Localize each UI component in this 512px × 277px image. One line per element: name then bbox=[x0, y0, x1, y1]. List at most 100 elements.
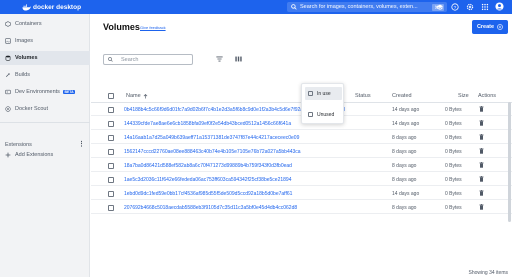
volumes-icon bbox=[5, 55, 11, 61]
table-row[interactable]: 14a16aab1a7d25a049b639aeff71a15371381de3… bbox=[91, 131, 512, 144]
volume-size: 0 Bytes bbox=[445, 162, 462, 169]
filter-option-label: In use bbox=[317, 90, 331, 97]
volume-size: 0 Bytes bbox=[445, 134, 462, 141]
table-footer: Showing 34 items bbox=[91, 270, 512, 277]
search-icon bbox=[108, 57, 113, 62]
volume-size: 0 Bytes bbox=[445, 148, 462, 155]
global-search-input[interactable]: Search for images, containers, volumes, … bbox=[287, 2, 447, 12]
volume-name-link[interactable]: 14a16aab1a7d25a049b639aeff71a15371381de3… bbox=[124, 135, 299, 141]
volume-name-link[interactable]: 207692b4668c5018aecdab5588eb3f9105d7c35d… bbox=[124, 205, 297, 211]
sidebar-item-builds[interactable]: Builds bbox=[0, 68, 90, 82]
create-button-label: Create bbox=[476, 24, 495, 30]
sidebar-item-containers[interactable]: Containers bbox=[0, 17, 90, 31]
unused-checkbox[interactable] bbox=[308, 112, 313, 117]
row-checkbox[interactable] bbox=[108, 120, 114, 127]
volume-created: 8 days ago bbox=[392, 134, 417, 141]
volume-name-link[interactable]: 1ebd0d9dc1fed59e0bb17cf4536af985d55f5de5… bbox=[124, 191, 292, 197]
select-all-checkbox[interactable] bbox=[108, 93, 114, 99]
global-search-placeholder: Search for images, containers, volumes, … bbox=[300, 4, 418, 10]
row-checkbox[interactable] bbox=[108, 176, 114, 183]
column-header-status[interactable]: Status bbox=[355, 93, 371, 99]
filter-button[interactable] bbox=[214, 54, 224, 64]
row-checkbox[interactable] bbox=[108, 190, 114, 197]
volume-created: 8 days ago bbox=[392, 176, 417, 183]
table-row[interactable]: 1ebd0d9dc1fed59e0bb17cf4536af985d55f5de5… bbox=[91, 187, 512, 200]
delete-trash-icon[interactable] bbox=[479, 134, 484, 140]
sidebar-item-label: Add Extensions bbox=[15, 152, 54, 158]
volume-size: 0 Bytes bbox=[445, 190, 462, 197]
volume-name-link[interactable]: 1ae5c3d2036c11f642e66fededa06ac753ff603c… bbox=[124, 177, 291, 183]
images-icon bbox=[5, 38, 11, 44]
feedback-link[interactable]: Give feedback bbox=[140, 25, 166, 30]
row-checkbox[interactable] bbox=[108, 162, 114, 169]
delete-trash-icon[interactable] bbox=[479, 148, 484, 154]
sidebar-item-dev-environments[interactable]: Dev Environments BETA bbox=[0, 85, 90, 99]
sidebar-item-images[interactable]: Images bbox=[0, 34, 90, 48]
delete-trash-icon[interactable] bbox=[479, 190, 484, 196]
volume-search-input[interactable]: Search bbox=[103, 54, 193, 65]
volume-created: 8 days ago bbox=[392, 148, 417, 155]
page-title: Volumes bbox=[103, 22, 140, 32]
table-row[interactable]: 1ae5c3d2036c11f642e66fededa06ac753ff603c… bbox=[91, 173, 512, 186]
sidebar-item-label: Containers bbox=[15, 21, 42, 27]
table-row[interactable]: 207692b4668c5018aecdab5588eb3f9105d7c35d… bbox=[91, 201, 512, 214]
volume-name-link[interactable]: 144339cfde7ae8ae6e6cb1858bfa09ef0f2e54db… bbox=[124, 121, 291, 127]
sidebar-item-docker-scout[interactable]: Docker Scout bbox=[0, 102, 90, 116]
row-checkbox[interactable] bbox=[108, 134, 114, 141]
row-checkbox[interactable] bbox=[108, 204, 114, 211]
docker-scout-icon bbox=[5, 106, 11, 112]
sidebar-item-label: Builds bbox=[15, 72, 30, 78]
sidebar: Containers Images Volumes Builds Dev Env… bbox=[0, 14, 90, 277]
sort-arrow-up-icon[interactable] bbox=[143, 94, 148, 99]
volume-created: 14 days ago bbox=[392, 106, 420, 113]
delete-trash-icon[interactable] bbox=[479, 204, 484, 210]
row-checkbox[interactable] bbox=[108, 106, 114, 113]
items-count: Showing 34 items bbox=[468, 270, 508, 276]
filter-option-unused[interactable]: Unused bbox=[305, 108, 342, 121]
column-header-size[interactable]: Size bbox=[458, 93, 469, 99]
svg-text:?: ? bbox=[453, 4, 456, 10]
column-header-created[interactable]: Created bbox=[392, 93, 412, 99]
dev-environments-icon bbox=[5, 89, 11, 95]
delete-trash-icon[interactable] bbox=[479, 120, 484, 126]
filter-option-in-use[interactable]: In use bbox=[305, 87, 342, 100]
sidebar-item-label: Docker Scout bbox=[15, 106, 49, 112]
sidebar-divider bbox=[0, 122, 90, 123]
account-avatar-icon[interactable] bbox=[495, 2, 504, 11]
top-bar: docker desktop Search for images, contai… bbox=[0, 0, 512, 14]
sidebar-item-volumes[interactable]: Volumes bbox=[0, 51, 90, 65]
plus-icon bbox=[5, 152, 11, 158]
in-use-checkbox[interactable] bbox=[308, 91, 313, 96]
table-row[interactable]: 18a7ba0d86421d588ef582ab8a6c70f471273d99… bbox=[91, 159, 512, 172]
volume-created: 14 days ago bbox=[392, 190, 420, 197]
settings-gear-icon[interactable] bbox=[465, 2, 474, 11]
filter-dropdown: In use Unused bbox=[301, 83, 344, 124]
volume-name-link[interactable]: 18a7ba0d86421d588ef582ab8a6c70f471273d99… bbox=[124, 163, 292, 169]
columns-button[interactable] bbox=[233, 54, 243, 64]
table-row[interactable]: 1562147cccd22760ae08ee888463c40b74e4b105… bbox=[91, 145, 512, 158]
search-placeholder: Search bbox=[121, 56, 139, 63]
docker-logo: docker desktop bbox=[22, 4, 81, 11]
docker-whale-icon bbox=[22, 4, 31, 10]
beta-badge: BETA bbox=[62, 90, 76, 94]
filter-option-label: Unused bbox=[317, 111, 335, 118]
sidebar-item-add-extensions[interactable]: Add Extensions bbox=[0, 148, 90, 162]
volume-size: 0 Bytes bbox=[445, 176, 462, 183]
help-icon[interactable]: ? bbox=[450, 2, 459, 11]
sidebar-item-label: Volumes bbox=[15, 55, 38, 61]
column-header-name[interactable]: Name bbox=[126, 93, 141, 99]
create-volume-button[interactable]: Create bbox=[472, 20, 508, 34]
sidebar-item-label: Images bbox=[15, 38, 34, 44]
add-circle-icon bbox=[497, 24, 503, 30]
volume-created: 8 days ago bbox=[392, 204, 417, 211]
apps-grid-icon[interactable] bbox=[480, 2, 489, 11]
learning-center-icon[interactable] bbox=[435, 2, 444, 11]
row-checkbox[interactable] bbox=[108, 148, 114, 155]
delete-trash-icon[interactable] bbox=[479, 176, 484, 182]
delete-trash-icon[interactable] bbox=[479, 106, 484, 112]
volume-size: 0 Bytes bbox=[445, 204, 462, 211]
volume-name-link[interactable]: 1562147cccd22760ae08ee888463c40b74e4b105… bbox=[124, 149, 301, 155]
table-scrollbar[interactable] bbox=[508, 102, 511, 222]
builds-icon bbox=[5, 72, 11, 78]
delete-trash-icon[interactable] bbox=[479, 162, 484, 168]
